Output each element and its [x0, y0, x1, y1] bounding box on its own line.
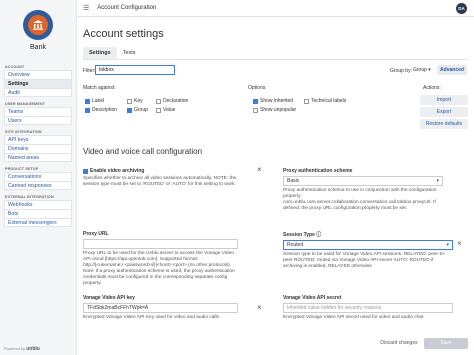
sidebar-item-conversations[interactable]: Conversations [4, 172, 72, 181]
sidebar: Bank ACCOUNT Overview Settings Audit USER MA… [0, 0, 77, 355]
info-icon: ⓘ [316, 232, 322, 238]
brand-name: Bank [30, 43, 46, 51]
save-button[interactable]: Save [424, 338, 468, 349]
auth-scheme-setting: Proxy authentication scheme Basic ▾ Proxy… [283, 168, 443, 212]
match-key-checkbox[interactable]: Key [127, 98, 143, 104]
sidebar-item-teams[interactable]: Teams [4, 107, 72, 116]
match-value-checkbox[interactable]: Value [156, 107, 175, 113]
api-key-input[interactable]: TFdSbk2maBcFFhTWpk=A [83, 303, 238, 313]
match-description-checkbox[interactable]: Description [85, 107, 117, 113]
api-secret-description: Encrypted Vonage Video API secret used f… [283, 315, 424, 320]
session-type-select[interactable]: Routed ▾ [283, 240, 453, 250]
auth-scheme-select[interactable]: Basic ▾ [283, 176, 443, 186]
chevron-down-icon: ▾ [446, 242, 449, 248]
advanced-button[interactable]: Advanced [437, 65, 467, 75]
section-title: Video and voice call configuration [83, 147, 203, 156]
bank-logo-icon [23, 9, 53, 40]
sidebar-item-overview[interactable]: Overview [4, 70, 72, 79]
sidebar-item-canned-responses[interactable]: Canned responses [4, 181, 72, 190]
sidebar-item-external-messengers[interactable]: External messengers [4, 218, 72, 227]
groupby-select[interactable]: Group ▾ [413, 65, 435, 75]
enable-archiving-checkbox[interactable]: Enable video archiving [83, 168, 253, 174]
tab-texts[interactable]: Texts [117, 47, 142, 59]
sidebar-item-users[interactable]: Users [4, 116, 72, 125]
match-declaration-checkbox[interactable]: Declaration [156, 98, 188, 104]
close-icon[interactable]: × [257, 303, 262, 312]
options-label: Options: [248, 85, 267, 91]
export-button[interactable]: Export [420, 107, 468, 117]
sidebar-item-named-areas[interactable]: Named areas [4, 153, 72, 162]
tab-divider [83, 59, 468, 60]
menu-icon[interactable]: ☰ [83, 4, 89, 12]
api-key-label: Vonage Video API key [83, 295, 135, 301]
chevron-down-icon: ▾ [428, 67, 431, 73]
show-unpopular-checkbox[interactable]: Show unpopular [253, 107, 296, 113]
close-icon[interactable]: × [457, 239, 462, 248]
api-secret-label: Vonage Video API secret [283, 295, 342, 301]
session-type-description: Session type to be used for Vonage Video… [283, 252, 446, 269]
enable-archiving-setting: Enable video archiving Specifies whether… [83, 168, 253, 188]
chevron-down-icon: ▾ [436, 178, 439, 184]
proxy-url-label: Proxy URL [83, 231, 109, 237]
api-key-description: Encrypted Vonage Video API Key used for … [83, 315, 219, 320]
proxy-url-input[interactable] [83, 239, 238, 249]
actions-label: Actions: [423, 85, 441, 91]
avatar[interactable]: DA [456, 3, 467, 14]
top-title: Account Configuration [97, 5, 157, 11]
auth-scheme-label: Proxy authentication scheme [283, 168, 353, 174]
technical-labels-checkbox[interactable]: Technical labels [304, 98, 346, 104]
discard-changes-button[interactable]: Discard changes [377, 338, 421, 349]
sidebar-item-settings[interactable]: Settings [4, 79, 72, 88]
session-type-label: Session Type ⓘ [283, 232, 322, 238]
sidebar-item-audit[interactable]: Audit [4, 88, 72, 97]
api-key-setting: Vonage Video API key TFdSbk2maBcFFhTWpk=… [83, 295, 238, 321]
proxy-url-description: Proxy URL to be used for the Unblu serve… [83, 251, 235, 286]
restore-defaults-button[interactable]: Restore defaults [420, 119, 468, 129]
sidebar-item-domains[interactable]: Domains [4, 144, 72, 153]
filter-label: Filter: [83, 68, 96, 74]
session-type-setting: Session Type ⓘ Routed ▾ Session type to b… [283, 231, 453, 270]
sidebar-item-api-keys[interactable]: API keys [4, 135, 72, 144]
match-against-label: Match against: [83, 85, 116, 91]
auth-scheme-description: Proxy authentication schema to use in co… [283, 188, 437, 211]
sidebar-item-webhooks[interactable]: Webhooks [4, 200, 72, 209]
groupby-label: Group by: [390, 68, 412, 74]
show-inherited-checkbox[interactable]: Show inherited [253, 98, 293, 104]
api-secret-input[interactable]: Inherited value hidden for security reas… [283, 303, 453, 313]
sidebar-nav: ACCOUNT Overview Settings Audit USER MANAGEM… [0, 64, 76, 227]
page-title: Account settings [83, 28, 164, 40]
tabs: Settings Texts [83, 47, 142, 59]
proxy-url-setting: Proxy URL Proxy URL to be used for the U… [83, 231, 238, 287]
api-secret-setting: Vonage Video API secret Inherited value … [283, 295, 453, 321]
sidebar-item-bots[interactable]: Bots [4, 209, 72, 218]
top-bar: ☰ Account Configuration DA [77, 0, 474, 17]
main-panel: Account settings Settings Texts Filter: … [77, 17, 474, 355]
brand: Bank [0, 0, 76, 60]
import-button[interactable]: Import [420, 95, 468, 105]
tab-settings[interactable]: Settings [83, 47, 117, 59]
match-group-checkbox[interactable]: Group [127, 107, 148, 113]
match-label-checkbox[interactable]: Label [85, 98, 104, 104]
filter-input[interactable] [95, 65, 175, 75]
powered-by: Powered by unblu [4, 346, 40, 352]
enable-archiving-description: Specifies whether to archive all video s… [83, 176, 237, 187]
close-icon[interactable]: × [257, 165, 262, 174]
